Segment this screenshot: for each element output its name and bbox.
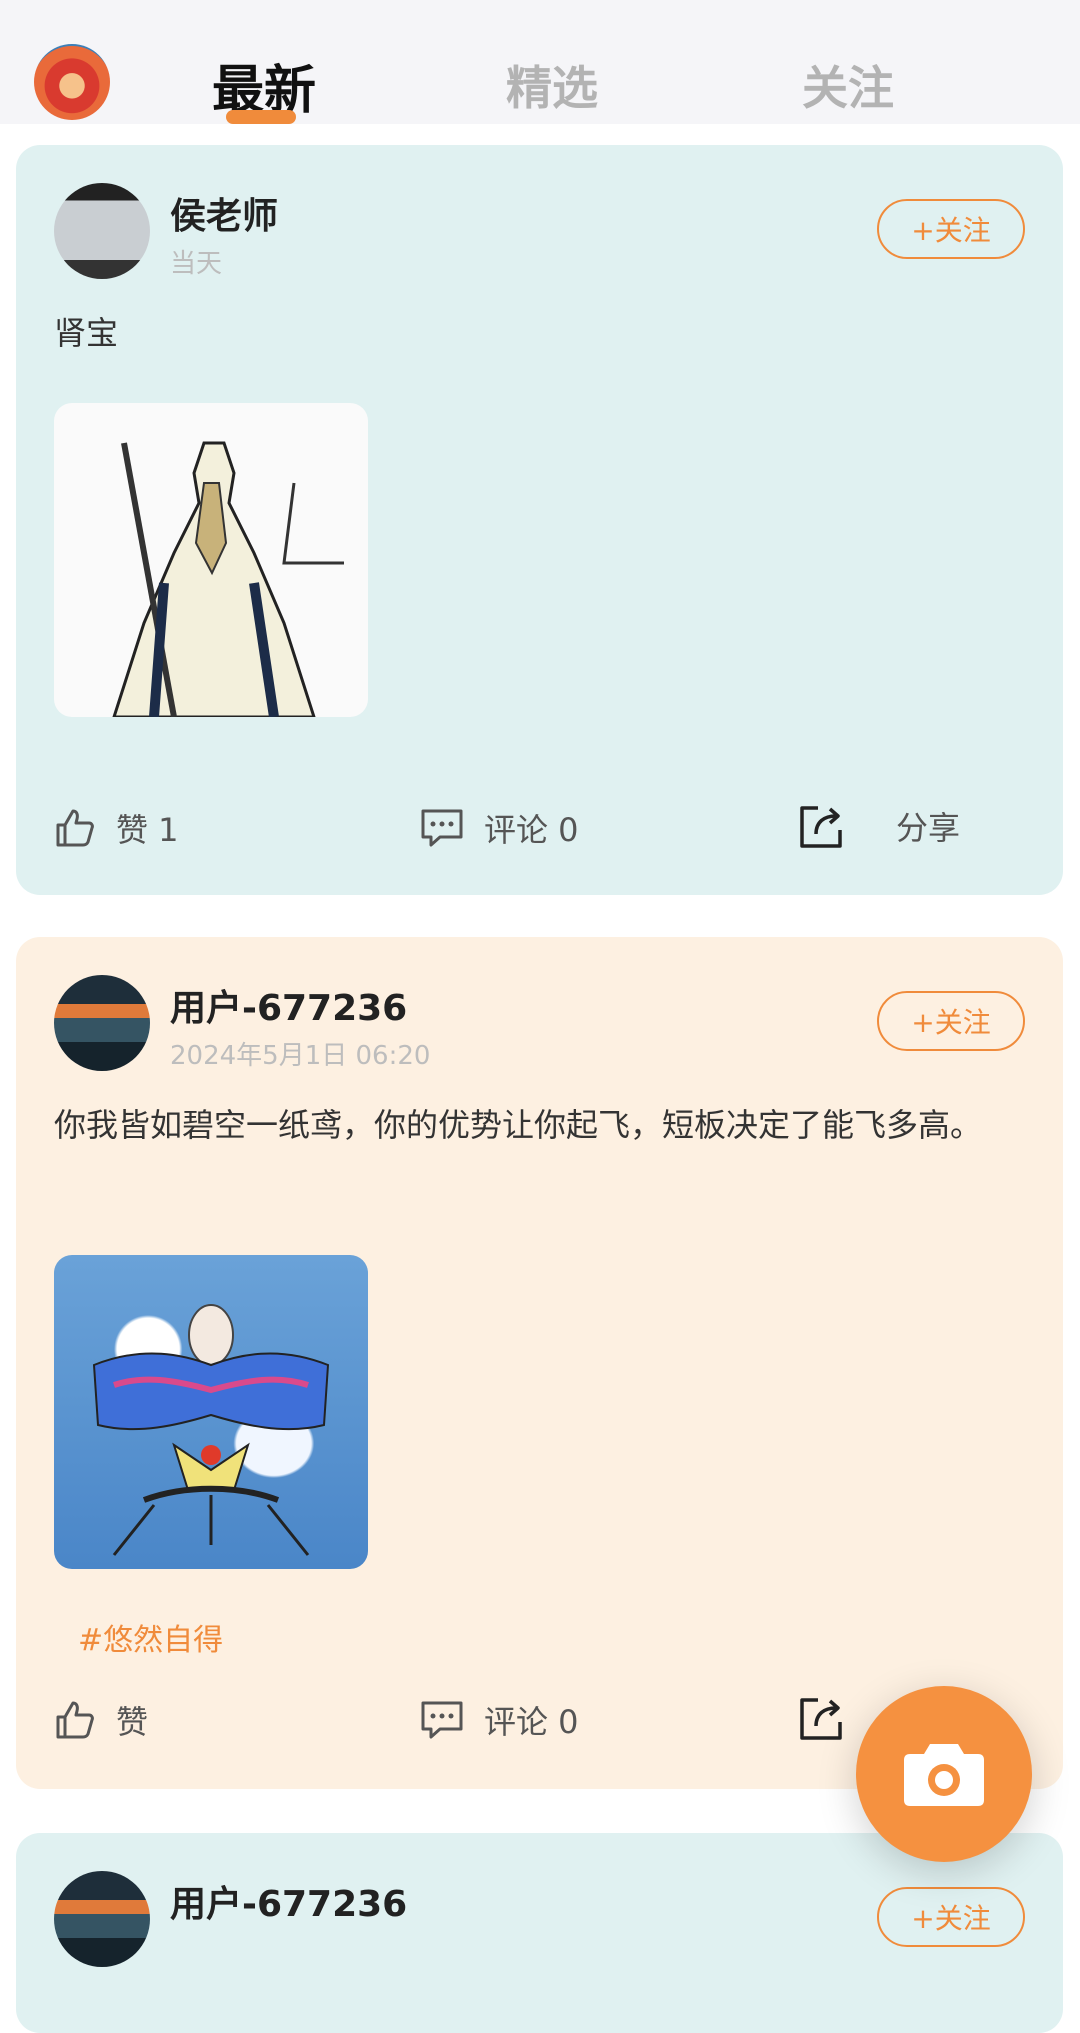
- comment-count: 评论 0: [484, 1703, 579, 1741]
- author-avatar[interactable]: [54, 1871, 150, 1967]
- post-card[interactable]: 用户-677236 2024年5月1日 06:20 +关注 你我皆如碧空一纸鸢，…: [16, 937, 1063, 1789]
- active-tab-indicator: [226, 110, 296, 124]
- comment-icon: [421, 1701, 463, 1739]
- user-avatar[interactable]: [34, 44, 110, 120]
- like-button[interactable]: 赞: [54, 1697, 148, 1743]
- post-text: 肾宝: [54, 314, 119, 352]
- comment-icon: [421, 809, 463, 847]
- share-button[interactable]: 分享: [796, 800, 960, 852]
- comment-button[interactable]: 评论 0: [420, 1697, 579, 1743]
- like-icon: [56, 809, 94, 847]
- author-avatar[interactable]: [54, 975, 150, 1071]
- like-count: 赞 1: [116, 811, 179, 849]
- sage-figure-illustration: [112, 441, 344, 717]
- author-name[interactable]: 侯老师: [170, 187, 278, 239]
- author-name[interactable]: 用户-677236: [170, 979, 407, 1031]
- tab-featured[interactable]: 精选: [506, 52, 598, 118]
- top-header: 最新 精选 关注: [0, 0, 1080, 124]
- post-text: 你我皆如碧空一纸鸢，你的优势让你起飞，短板决定了能飞多高。: [54, 1106, 983, 1144]
- follow-button[interactable]: +关注: [877, 1887, 1025, 1947]
- follow-button[interactable]: +关注: [877, 991, 1025, 1051]
- comment-button[interactable]: 评论 0: [420, 805, 579, 851]
- like-icon: [56, 1701, 94, 1739]
- author-name[interactable]: 用户-677236: [170, 1875, 407, 1927]
- post-image[interactable]: [54, 1255, 368, 1569]
- share-button[interactable]: [796, 1692, 868, 1744]
- share-icon: [800, 806, 842, 848]
- dragon-kite-illustration: [92, 1304, 330, 1556]
- share-icon: [800, 1698, 842, 1740]
- share-label: 分享: [896, 809, 961, 847]
- post-card[interactable]: 侯老师 当天 +关注 肾宝 赞 1 评论 0 分享: [16, 145, 1063, 895]
- follow-button[interactable]: +关注: [877, 199, 1025, 259]
- post-image[interactable]: [54, 403, 368, 717]
- like-button[interactable]: 赞 1: [54, 805, 179, 851]
- tab-following[interactable]: 关注: [802, 52, 894, 118]
- camera-icon: [904, 1744, 984, 1806]
- post-card[interactable]: 用户-677236 +关注: [16, 1833, 1063, 2033]
- author-avatar[interactable]: [54, 183, 150, 279]
- post-time: 当天: [170, 249, 223, 279]
- camera-fab-button[interactable]: [856, 1686, 1032, 1862]
- like-count: 赞: [116, 1703, 149, 1741]
- topic-tag[interactable]: #悠然自得: [78, 1615, 223, 1659]
- post-time: 2024年5月1日 06:20: [170, 1041, 431, 1071]
- comment-count: 评论 0: [484, 811, 579, 849]
